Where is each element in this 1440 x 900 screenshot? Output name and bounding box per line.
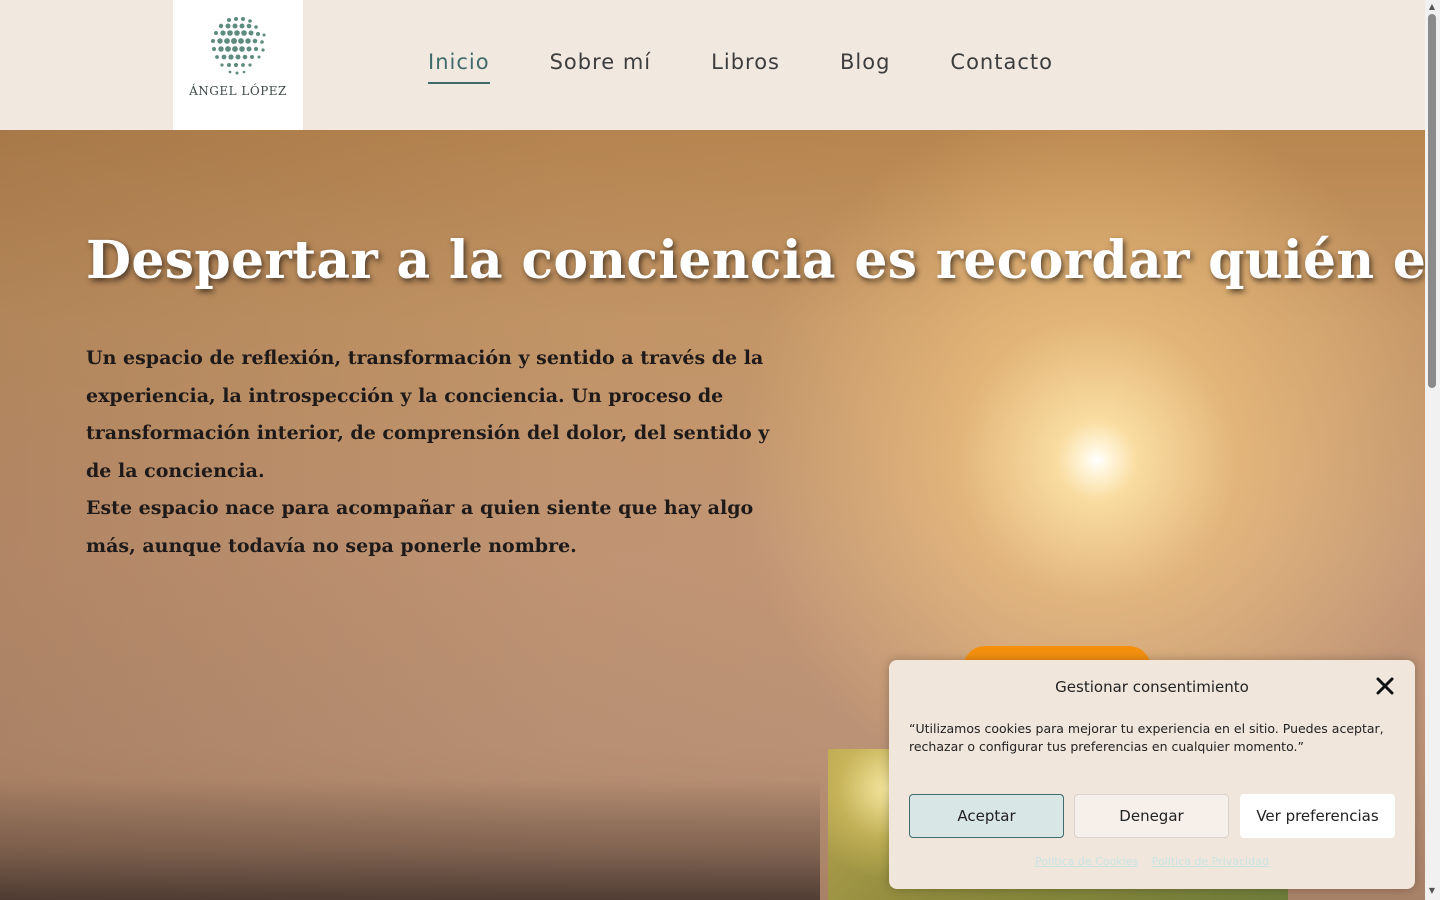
cookie-policy-links: Política de Cookies Política de Privacid…	[889, 855, 1415, 868]
hero-background-ground	[0, 780, 820, 900]
nav-item-sobre-mi[interactable]: Sobre mí	[550, 50, 652, 84]
accept-button[interactable]: Aceptar	[909, 794, 1064, 838]
main-nav: Inicio Sobre mí Libros Blog Contacto	[428, 50, 1113, 84]
hero-description: Un espacio de reflexión, transformación …	[86, 340, 786, 565]
nav-item-inicio[interactable]: Inicio	[428, 50, 490, 84]
cookie-dialog-title: Gestionar consentimiento	[1055, 678, 1249, 696]
hero-title: Despertar a la conciencia es recordar qu…	[86, 230, 1425, 291]
logo[interactable]: ÁNGEL LÓPEZ	[173, 0, 303, 130]
privacy-policy-link[interactable]: Política de Privacidad	[1152, 855, 1269, 868]
cookie-policy-link[interactable]: Política de Cookies	[1035, 855, 1138, 868]
scroll-down-arrow-icon[interactable]: ▼	[1427, 886, 1437, 896]
nav-item-contacto[interactable]: Contacto	[950, 50, 1053, 84]
nav-item-libros[interactable]: Libros	[711, 50, 780, 84]
scrollbar-thumb[interactable]	[1428, 14, 1436, 388]
globe-logo-icon	[211, 17, 266, 75]
hero-paragraph-2: Este espacio nace para acompañar a quien…	[86, 497, 754, 557]
site-header: ÁNGEL LÓPEZ Inicio Sobre mí Libros Blog …	[0, 0, 1425, 130]
close-icon[interactable]	[1375, 676, 1395, 696]
cookie-dialog-text: “Utilizamos cookies para mejorar tu expe…	[909, 721, 1384, 754]
hero-paragraph-1: Un espacio de reflexión, transformación …	[86, 347, 770, 482]
logo-text: ÁNGEL LÓPEZ	[189, 84, 287, 98]
view-preferences-button[interactable]: Ver preferencias	[1240, 794, 1395, 838]
scroll-up-arrow-icon[interactable]: ▲	[1427, 2, 1437, 12]
deny-button[interactable]: Denegar	[1074, 794, 1229, 838]
cookie-consent-dialog: Gestionar consentimiento “Utilizamos coo…	[889, 660, 1415, 889]
nav-item-blog[interactable]: Blog	[840, 50, 890, 84]
